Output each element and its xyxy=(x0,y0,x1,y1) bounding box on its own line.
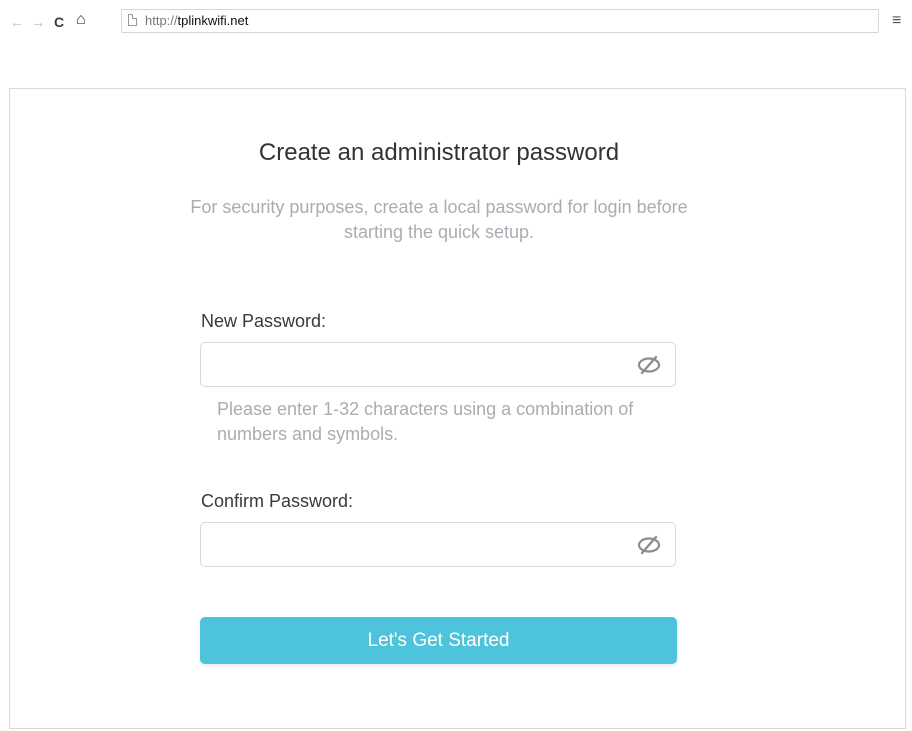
address-bar[interactable]: http://tplinkwifi.net xyxy=(121,9,879,33)
confirm-password-field[interactable] xyxy=(200,522,676,567)
confirm-password-input[interactable] xyxy=(211,529,615,561)
url-text[interactable]: http://tplinkwifi.net xyxy=(145,13,248,29)
eye-slash-icon[interactable] xyxy=(636,534,662,556)
new-password-label: New Password: xyxy=(201,311,327,331)
page-title: Create an administrator password xyxy=(258,139,620,166)
page-icon xyxy=(128,14,137,26)
reload-icon[interactable]: C xyxy=(54,12,64,32)
home-icon[interactable]: ⌂ xyxy=(76,10,86,30)
page-subtitle: For security purposes, create a local pa… xyxy=(190,197,688,242)
url-host: tplinkwifi.net xyxy=(177,13,249,28)
password-hint: Please enter 1-32 characters using a com… xyxy=(217,399,634,444)
lets-get-started-button[interactable]: Let's Get Started xyxy=(200,617,677,664)
back-arrow-icon[interactable]: ← xyxy=(10,12,24,32)
menu-icon[interactable]: ≡ xyxy=(892,11,901,31)
eye-slash-icon[interactable] xyxy=(636,354,662,376)
url-protocol: http:// xyxy=(145,13,178,28)
confirm-password-label: Confirm Password: xyxy=(201,491,354,511)
new-password-field[interactable] xyxy=(200,342,676,387)
browser-toolbar: ← → C ⌂ http://tplinkwifi.net ≡ xyxy=(0,0,912,46)
new-password-input[interactable] xyxy=(211,349,615,381)
forward-arrow-icon[interactable]: → xyxy=(31,12,45,32)
